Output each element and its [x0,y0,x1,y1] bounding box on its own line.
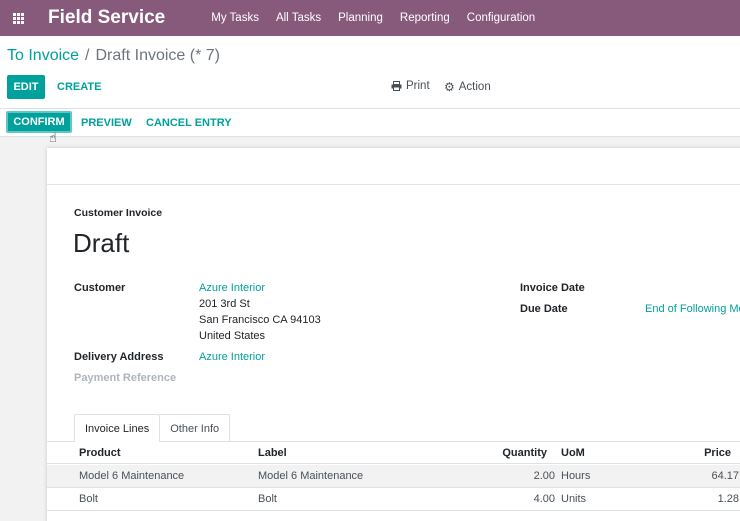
col-product[interactable]: Product [79,447,121,459]
cell-price: 1.28 [717,493,739,505]
tab-invoice-lines[interactable]: Invoice Lines [74,414,161,442]
payment-reference-label: Payment Reference [74,372,177,384]
cell-label: Bolt [258,493,277,505]
preview-button[interactable]: PREVIEW [81,117,132,129]
table-row[interactable]: Bolt Bolt 4.00 Units 1.28 [47,488,740,510]
edit-button[interactable]: EDIT [7,75,45,99]
top-navbar: Field Service My Tasks All Tasks Plannin… [0,0,740,36]
breadcrumb: To Invoice / Draft Invoice (* 7) [7,47,220,65]
action-button[interactable]: ⚙ Action [444,80,491,94]
create-button[interactable]: CREATE [57,81,101,93]
print-icon [391,81,402,91]
cancel-entry-button[interactable]: CANCEL ENTRY [146,117,232,129]
invoice-lines-header: Product Label Quantity UoM Price [47,442,740,464]
action-label: Action [458,81,491,93]
sheet-divider [47,184,740,185]
col-price[interactable]: Price [687,447,731,459]
breadcrumb-parent[interactable]: To Invoice [7,47,79,65]
col-label[interactable]: Label [258,447,287,459]
statusbar: CONFIRM PREVIEW CANCEL ENTRY [0,109,740,137]
cell-uom: Hours [561,470,591,482]
customer-address-line1: 201 3rd St [199,298,250,310]
confirm-button[interactable]: CONFIRM [6,111,72,133]
breadcrumb-current: Draft Invoice (* 7) [95,47,220,64]
due-date-value[interactable]: End of Following Mo [645,303,740,315]
notebook-tabs: Invoice Lines Other Info [74,414,231,442]
hand-cursor-icon: ☝ [49,130,57,145]
app-brand[interactable]: Field Service [48,7,165,29]
gear-icon: ⚙ [444,80,455,94]
tab-other-info[interactable]: Other Info [160,414,231,442]
document-title: Draft [73,228,130,258]
nav-reporting[interactable]: Reporting [400,12,450,24]
cell-quantity: 4.00 [533,493,555,505]
customer-address-line3: United States [199,330,266,342]
cell-uom: Units [561,493,587,505]
nav-planning[interactable]: Planning [338,12,383,24]
cell-quantity: 2.00 [533,470,555,482]
customer-label: Customer [74,282,126,294]
nav-my-tasks[interactable]: My Tasks [211,12,259,24]
cell-price: 64.17 [711,470,739,482]
delivery-address-label: Delivery Address [74,351,164,363]
nav-configuration[interactable]: Configuration [467,12,535,24]
delivery-address-link[interactable]: Azure Interior [199,351,265,363]
print-button[interactable]: Print [391,80,430,92]
print-label: Print [406,80,430,92]
control-panel: To Invoice / Draft Invoice (* 7) EDIT CR… [0,36,740,109]
due-date-label: Due Date [520,303,568,315]
customer-address-line2: San Francisco CA 94103 [199,314,321,326]
breadcrumb-separator: / [85,47,90,64]
table-row[interactable]: Model 6 Maintenance Model 6 Maintenance … [47,465,740,487]
cell-product: Bolt [79,493,98,505]
form-sheet: Customer Invoice Draft Customer Azure In… [47,148,740,521]
apps-menu-icon[interactable] [0,0,36,36]
nav-all-tasks[interactable]: All Tasks [276,12,321,24]
document-type: Customer Invoice [74,207,163,219]
col-uom[interactable]: UoM [561,447,585,459]
cell-product: Model 6 Maintenance [79,470,185,482]
customer-link[interactable]: Azure Interior [199,282,265,294]
cell-label: Model 6 Maintenance [258,470,364,482]
col-quantity[interactable]: Quantity [487,447,547,459]
invoice-date-label: Invoice Date [520,282,585,294]
row-divider [47,510,740,511]
